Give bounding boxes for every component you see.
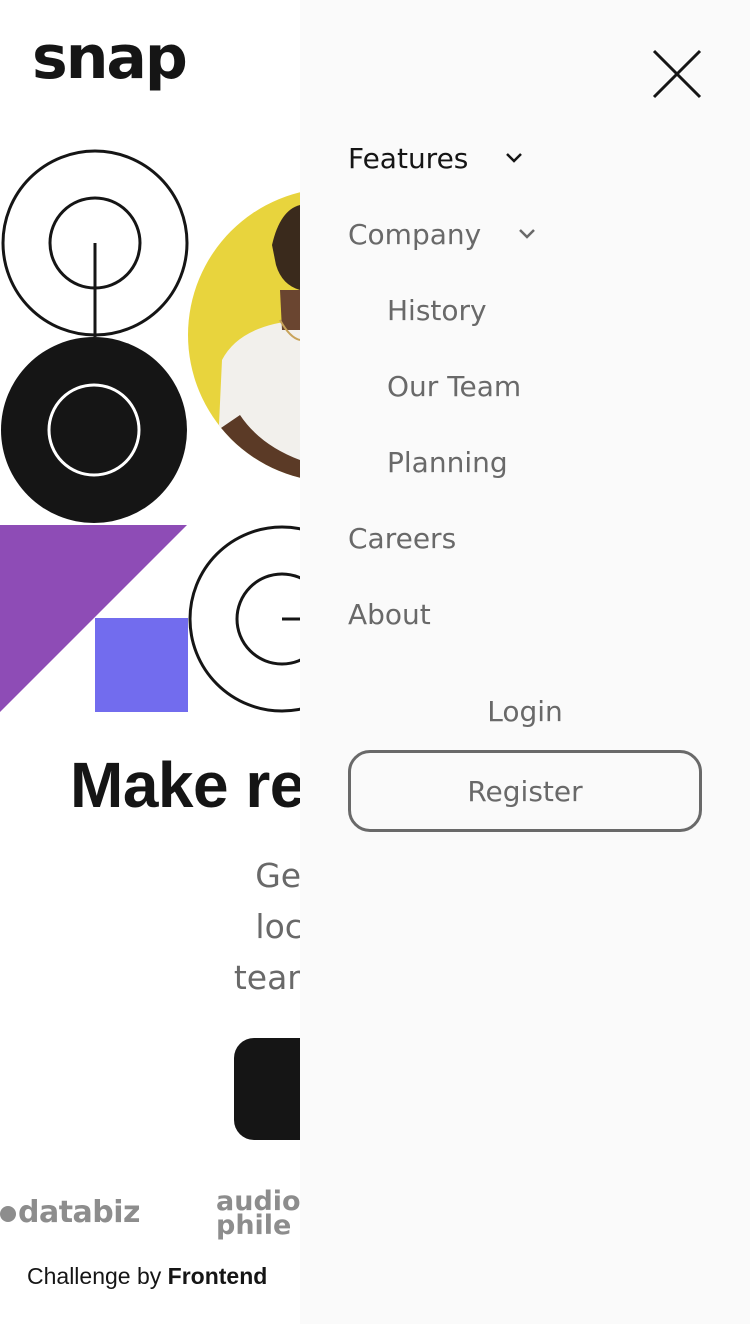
nav-item-features[interactable]: Features	[348, 138, 524, 178]
submenu-item-our-team[interactable]: Our Team	[387, 366, 521, 406]
nav-item-about[interactable]: About	[348, 594, 431, 634]
snap-logo[interactable]: snap	[32, 28, 188, 88]
black-circle	[1, 337, 187, 523]
register-button[interactable]: Register	[348, 750, 702, 832]
nav-item-features-label: Features	[348, 141, 469, 175]
submenu-item-planning[interactable]: Planning	[387, 442, 508, 482]
client-databiz-text: databiz	[18, 1195, 141, 1230]
attribution-prefix: Challenge by	[27, 1263, 168, 1289]
mobile-nav-drawer: Features Company History Our Team Planni…	[300, 0, 750, 1324]
hero-title: Make re	[70, 749, 305, 821]
close-menu-button[interactable]	[650, 47, 704, 101]
hero-illustration	[0, 149, 320, 713]
nav-item-careers-label: Careers	[348, 521, 457, 555]
submenu-item-history-label: History	[387, 293, 487, 327]
attribution-link[interactable]: Frontend	[168, 1263, 268, 1289]
nav-item-careers[interactable]: Careers	[348, 518, 456, 558]
nav-item-company[interactable]: Company	[348, 214, 537, 254]
submenu-item-planning-label: Planning	[387, 445, 508, 479]
submenu-item-our-team-label: Our Team	[387, 369, 522, 403]
login-link[interactable]: Login	[348, 692, 702, 732]
nav-item-company-label: Company	[348, 217, 482, 251]
attribution: Challenge by Frontend	[27, 1263, 267, 1290]
hero-photo	[188, 188, 320, 482]
close-icon	[652, 49, 702, 99]
submenu-item-history[interactable]: History	[387, 290, 487, 330]
client-logo-databiz: databiz	[0, 1195, 141, 1230]
chevron-down-icon	[519, 229, 536, 239]
nav-item-about-label: About	[348, 597, 431, 631]
databiz-dot-icon	[0, 1205, 16, 1222]
chevron-down-icon	[506, 153, 523, 163]
indigo-square	[95, 618, 188, 712]
